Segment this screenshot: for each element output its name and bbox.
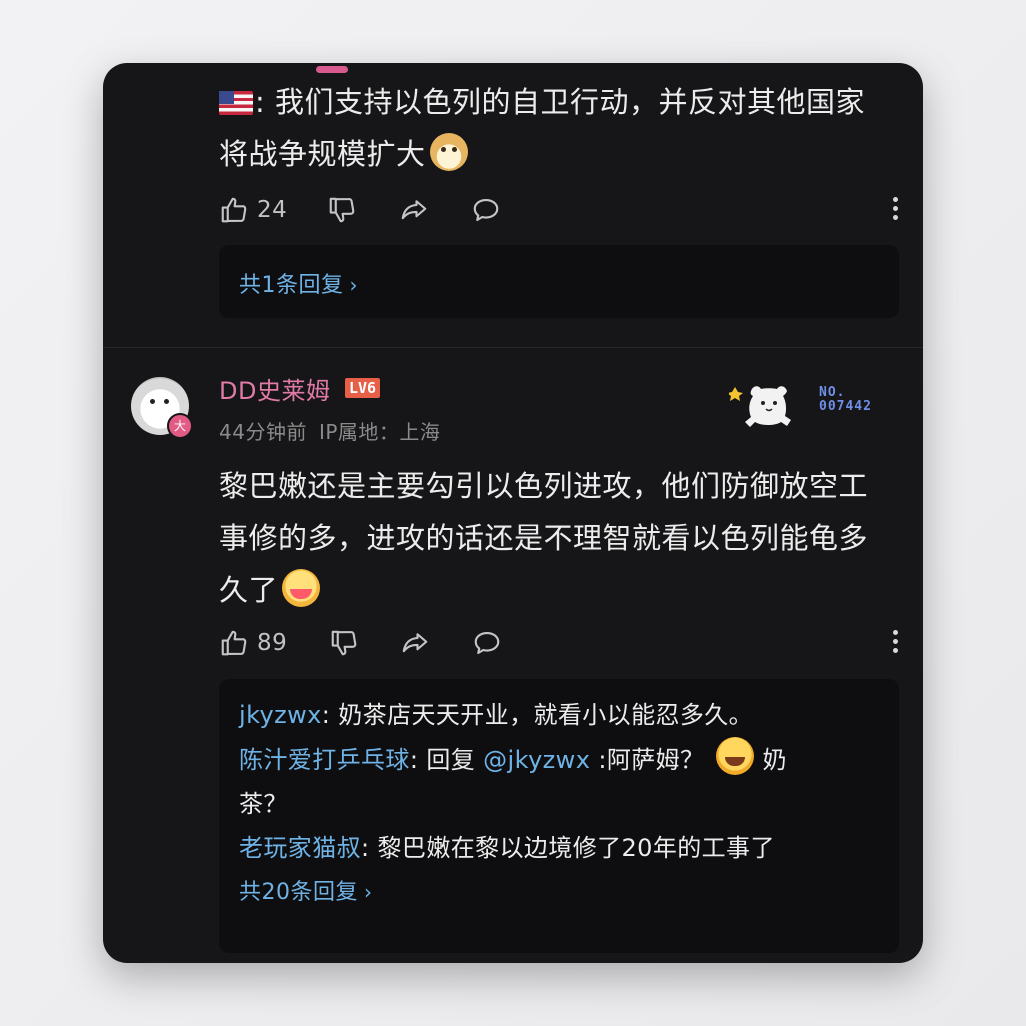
more-options-icon[interactable] [893,197,899,224]
ip-location: IP属地：上海 [318,420,441,444]
comment-2-text: 黎巴嫩还是主要勾引以色列进攻，他们防御放空工 事修的多，进攻的话还是不理智就看以… [219,469,869,607]
level-badge: LV6 [345,378,381,398]
like-count: 24 [257,197,288,223]
comment-divider [103,347,923,348]
shy-emoji-icon [282,569,321,607]
dislike-button[interactable] [329,626,359,660]
share-button[interactable] [399,193,429,227]
dislike-button[interactable] [327,193,357,227]
reply-item: 老玩家猫叔: 黎巴嫩在黎以边境修了20年的工事了 [239,834,775,862]
comment-1-actions: 24 [219,193,899,227]
share-button[interactable] [400,626,430,660]
comment-meta: 44分钟前 IP属地：上海 [219,416,440,445]
like-button[interactable]: 24 [219,193,287,227]
username[interactable]: DD史莱姆 [219,371,330,406]
reply-item: 陈汁爱打乒乓球: 回复 @jkyzwx :阿萨姆？ 奶 茶？ [239,737,879,826]
like-count: 89 [257,630,288,656]
thumbs-up-icon [221,630,247,656]
comment-button[interactable] [471,193,501,227]
reply-username[interactable]: jkyzwx [239,701,322,729]
comment-1-reply-box: 共1条回复 › [219,245,899,318]
comment-panel: : 我们支持以色列的自卫行动，并反对其他国家 将战争规模扩大 24 共1条回复 ›… [103,63,923,963]
chevron-right-icon: › [364,880,373,904]
scroll-indicator [316,66,348,73]
comment-2-reply-box: jkyzwx: 奶茶店天天开业，就看小以能忍多久。 陈汁爱打乒乓球: 回复 @j… [219,679,899,953]
chat-bubble-icon [473,198,499,222]
chat-bubble-icon [474,631,500,655]
number-decoration: NO. 007442 [819,385,872,414]
reply-username[interactable]: 老玩家猫叔 [239,834,361,862]
comment-button[interactable] [472,626,502,660]
us-flag-icon [219,91,253,115]
share-arrow-icon [401,200,427,220]
thumbs-down-icon [329,197,355,223]
reply-mention[interactable]: @jkyzwx [483,746,590,774]
reply-item: jkyzwx: 奶茶店天天开业，就看小以能忍多久。 [239,701,754,729]
avatar[interactable]: 大 [131,377,193,439]
doge-emoji-icon [429,133,468,171]
reply-username[interactable]: 陈汁爱打乒乓球 [239,746,410,774]
avatar-badge: 大 [167,413,193,439]
bear-decoration-icon [729,386,791,427]
comment-2-actions: 89 [219,626,899,660]
comment-time: 44分钟前 [219,420,307,444]
more-options-icon[interactable] [893,630,899,657]
view-replies-link[interactable]: 共1条回复 › [239,267,358,299]
share-arrow-icon [402,633,428,653]
laughing-emoji-icon [716,737,755,775]
thumbs-down-icon [331,630,357,656]
like-button[interactable]: 89 [219,626,287,660]
view-replies-link[interactable]: 共20条回复 › [239,874,879,906]
comment-1-text: : 我们支持以色列的自卫行动，并反对其他国家 将战争规模扩大 [219,85,865,171]
thumbs-up-icon [221,197,247,223]
chevron-right-icon: › [349,273,358,297]
